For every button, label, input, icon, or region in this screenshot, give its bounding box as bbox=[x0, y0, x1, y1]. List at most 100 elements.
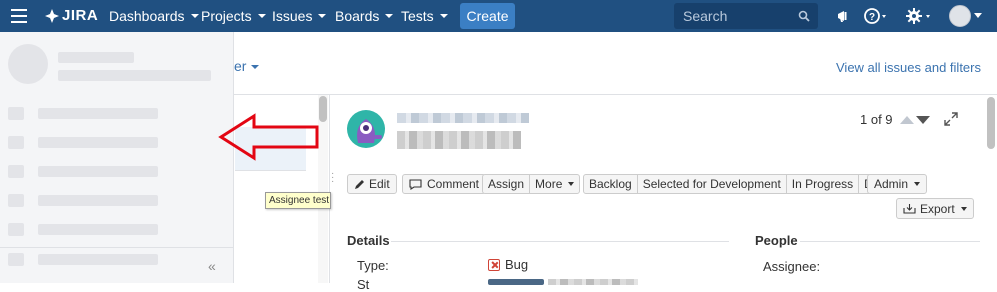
logo-text: JIRA bbox=[62, 7, 99, 24]
skeleton-line bbox=[58, 52, 134, 63]
user-avatar[interactable] bbox=[949, 5, 971, 27]
jira-logo-icon bbox=[45, 8, 59, 23]
expand-icon[interactable] bbox=[944, 112, 958, 126]
previous-issue-icon[interactable] bbox=[900, 116, 914, 124]
search-icon bbox=[798, 10, 810, 22]
sidebar-avatar-placeholder bbox=[8, 44, 48, 84]
status-lozenge[interactable] bbox=[488, 279, 544, 285]
annotation-arrow-icon bbox=[218, 113, 319, 161]
comment-button[interactable]: Comment bbox=[402, 174, 487, 194]
status-label: St bbox=[357, 277, 370, 292]
project-breadcrumb-blurred bbox=[397, 113, 529, 123]
type-label: Type: bbox=[357, 258, 389, 273]
view-all-issues-link[interactable]: View all issues and filters bbox=[836, 60, 981, 75]
edit-button[interactable]: Edit bbox=[347, 174, 397, 194]
filter-label: er bbox=[234, 58, 247, 74]
chevron-down-icon bbox=[190, 14, 199, 18]
gear-icon[interactable] bbox=[905, 7, 933, 25]
nav-projects-label: Projects bbox=[201, 8, 252, 24]
transition-backlog[interactable]: Backlog bbox=[584, 175, 638, 193]
admin-label: Admin bbox=[874, 177, 909, 191]
nav-tests-label: Tests bbox=[401, 8, 434, 24]
detail-scrollbar[interactable] bbox=[987, 97, 995, 149]
skeleton-icon bbox=[8, 223, 24, 236]
pencil-icon bbox=[355, 179, 364, 189]
export-label: Export bbox=[920, 201, 955, 216]
chevron-down-icon bbox=[385, 14, 394, 18]
collapse-sidebar-icon[interactable]: « bbox=[208, 258, 216, 274]
chevron-down-icon bbox=[960, 206, 967, 211]
nav-issues-label: Issues bbox=[272, 8, 313, 24]
jira-logo[interactable]: JIRA bbox=[44, 7, 98, 24]
top-navigation-bar: JIRA Dashboards Projects Issues Boards T… bbox=[0, 0, 997, 32]
issue-summary-blurred bbox=[397, 131, 521, 149]
skeleton-line bbox=[38, 108, 158, 119]
skeleton-line bbox=[38, 224, 158, 235]
svg-text:?: ? bbox=[869, 12, 875, 23]
create-button[interactable]: Create bbox=[460, 3, 515, 29]
skeleton-line bbox=[38, 166, 158, 177]
sidebar-divider bbox=[0, 247, 234, 248]
nav-dashboards[interactable]: Dashboards bbox=[109, 0, 199, 32]
resize-handle[interactable]: · · · bbox=[331, 169, 334, 187]
more-button[interactable]: More bbox=[530, 175, 579, 193]
people-divider bbox=[800, 241, 980, 242]
menu-icon[interactable] bbox=[11, 9, 27, 23]
skeleton-line bbox=[38, 254, 158, 265]
skeleton-icon bbox=[8, 165, 24, 178]
type-value-text: Bug bbox=[505, 257, 529, 272]
skeleton-line bbox=[58, 70, 211, 81]
chevron-down-icon bbox=[568, 182, 575, 186]
skeleton-icon bbox=[8, 107, 24, 120]
help-icon[interactable]: ? bbox=[864, 7, 888, 25]
type-value: Bug bbox=[488, 257, 528, 272]
chevron-down-icon bbox=[257, 14, 266, 18]
project-avatar-icon bbox=[347, 110, 385, 148]
admin-button[interactable]: Admin bbox=[867, 174, 928, 194]
details-divider bbox=[391, 241, 729, 242]
skeleton-icon bbox=[8, 194, 24, 207]
edit-label: Edit bbox=[369, 177, 390, 191]
nav-tests[interactable]: Tests bbox=[401, 0, 448, 32]
details-heading: Details bbox=[347, 233, 390, 248]
comment-label: Comment bbox=[427, 177, 480, 191]
skeleton-icon bbox=[8, 253, 24, 266]
chevron-down-icon bbox=[439, 14, 448, 18]
nav-dashboards-label: Dashboards bbox=[109, 8, 185, 24]
divider bbox=[234, 94, 997, 95]
search-placeholder: Search bbox=[683, 8, 728, 24]
sidebar-loading: « bbox=[0, 32, 234, 283]
comment-icon bbox=[409, 178, 422, 190]
bug-icon bbox=[488, 258, 500, 271]
assign-more-group: Assign More bbox=[482, 174, 581, 194]
nav-boards[interactable]: Boards bbox=[335, 0, 394, 32]
next-issue-icon[interactable] bbox=[916, 116, 930, 124]
chevron-down-icon bbox=[318, 14, 327, 18]
nav-projects[interactable]: Projects bbox=[201, 0, 266, 32]
assignee-label: Assignee: bbox=[763, 259, 821, 274]
export-button[interactable]: Export bbox=[896, 198, 974, 219]
transition-in-progress[interactable]: In Progress bbox=[787, 175, 860, 193]
skeleton-line bbox=[38, 137, 158, 148]
issue-counter: 1 of 9 bbox=[860, 112, 893, 127]
chevron-down-icon bbox=[914, 182, 921, 186]
status-extra-blurred bbox=[548, 279, 638, 285]
megaphone-icon[interactable] bbox=[835, 7, 853, 25]
transition-selected-for-development[interactable]: Selected for Development bbox=[638, 175, 787, 193]
list-scrollbar[interactable] bbox=[319, 96, 327, 122]
tooltip: Assignee test bbox=[265, 192, 331, 209]
chevron-down-icon bbox=[251, 65, 260, 70]
assign-button[interactable]: Assign bbox=[483, 175, 531, 193]
more-label: More bbox=[535, 177, 563, 191]
people-heading: People bbox=[755, 233, 798, 248]
nav-issues[interactable]: Issues bbox=[272, 0, 327, 32]
chevron-down-icon bbox=[974, 13, 982, 18]
filter-dropdown[interactable]: er bbox=[234, 58, 260, 74]
workflow-transitions: Backlog Selected for Development In Prog… bbox=[583, 174, 899, 194]
skeleton-line bbox=[38, 195, 158, 206]
column-divider bbox=[329, 95, 330, 283]
search-input[interactable]: Search bbox=[674, 3, 818, 29]
export-icon bbox=[903, 204, 916, 214]
skeleton-icon bbox=[8, 136, 24, 149]
nav-boards-label: Boards bbox=[335, 8, 380, 24]
